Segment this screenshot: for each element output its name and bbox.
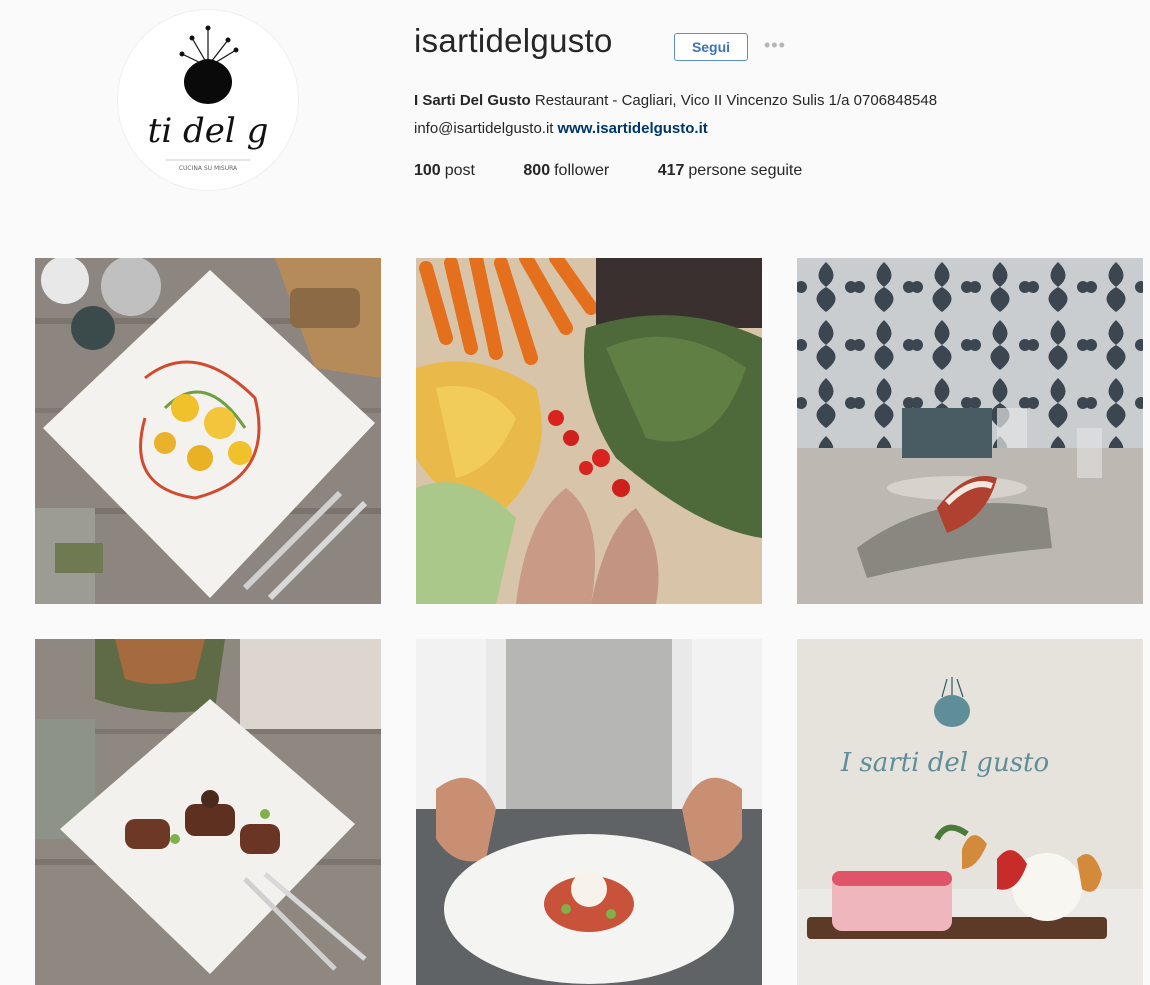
avatar-tagline: CUCINA SU MISURA [179,165,238,172]
profile-stats: 100 post 800 follower 417 persone seguite [414,162,846,180]
post-tile-dessert[interactable]: I sarti del gusto [797,639,1143,985]
post-tile-table-setting[interactable] [797,258,1143,604]
stat-posts-count: 100 [414,162,441,179]
profile-avatar[interactable]: ti del g CUCINA SU MISURA [118,10,298,190]
bio-name: I Sarti Del Gusto [414,92,531,109]
follow-button[interactable]: Segui [674,33,748,61]
bio-email: info@isartidelgusto.it [414,120,554,137]
profile-contact: info@isartidelgusto.it www.isartidelgusto… [414,120,708,137]
post-image: I sarti del gusto [797,639,1143,985]
tile-logo-script: I sarti del gusto [840,748,1049,778]
restaurant-logo: ti del g CUCINA SU MISURA [118,10,298,190]
stat-posts-label: post [444,162,475,179]
stat-followers-label: follower [554,162,610,179]
stat-following[interactable]: 417 persone seguite [658,162,803,180]
stat-following-label: persone seguite [688,162,803,179]
post-image [35,258,381,604]
post-image [416,258,762,604]
profile-username: isartidelgusto [414,22,613,59]
stat-posts: 100 post [414,162,475,180]
post-tile-chef[interactable] [416,639,762,985]
post-tile-vegetables[interactable] [416,258,762,604]
stat-followers[interactable]: 800 follower [523,162,609,180]
post-tile-meat-dish[interactable] [35,639,381,985]
website-link[interactable]: www.isartidelgusto.it [557,120,707,137]
bio-text: Restaurant - Cagliari, Vico II Vincenzo … [530,92,938,109]
post-image [797,258,1143,604]
more-options-icon[interactable]: ••• [764,35,786,56]
post-tile-pasta[interactable] [35,258,381,604]
post-image [416,639,762,985]
profile-bio: I Sarti Del Gusto Restaurant - Cagliari,… [414,92,937,109]
avatar-script: ti del g [148,111,269,151]
post-image [35,639,381,985]
stat-following-count: 417 [657,162,685,179]
stat-followers-count: 800 [523,162,551,179]
